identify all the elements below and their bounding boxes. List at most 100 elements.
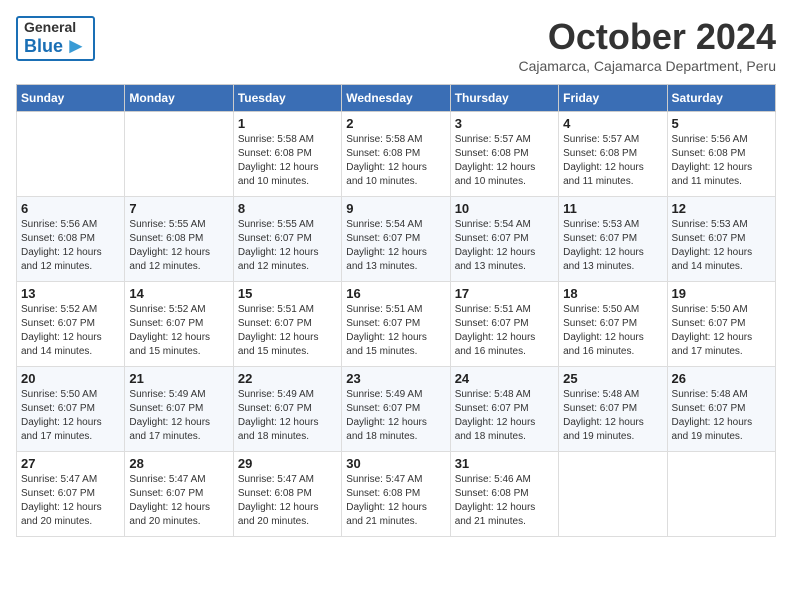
weekday-header: Friday bbox=[559, 85, 667, 112]
day-info: Sunrise: 5:49 AM Sunset: 6:07 PM Dayligh… bbox=[129, 388, 228, 444]
day-number: 27 bbox=[21, 456, 120, 471]
calendar-cell: 28Sunrise: 5:47 AM Sunset: 6:07 PM Dayli… bbox=[125, 452, 233, 537]
calendar-week-row: 6Sunrise: 5:56 AM Sunset: 6:08 PM Daylig… bbox=[17, 197, 776, 282]
title-area: October 2024 Cajamarca, Cajamarca Depart… bbox=[518, 16, 776, 74]
day-number: 4 bbox=[563, 116, 662, 131]
page-header: General Blue ► October 2024 Cajamarca, C… bbox=[16, 16, 776, 74]
calendar-cell: 30 Sunrise: 5:47 AM Sunset: 6:08 PM Dayli… bbox=[342, 452, 450, 537]
day-number: 30 bbox=[346, 456, 445, 471]
day-number: 19 bbox=[672, 286, 771, 301]
calendar-cell: 10 Sunrise: 5:54 AM Sunset: 6:07 PM Dayli… bbox=[450, 197, 558, 282]
day-number: 28 bbox=[129, 456, 228, 471]
calendar-week-row: 13 Sunrise: 5:52 AM Sunset: 6:07 PM Dayli… bbox=[17, 282, 776, 367]
day-number: 3 bbox=[455, 116, 554, 131]
month-title: October 2024 bbox=[518, 16, 776, 58]
day-info: Sunrise: 5:55 AM Sunset: 6:07 PM Dayligh… bbox=[238, 218, 337, 274]
day-number: 14 bbox=[129, 286, 228, 301]
day-number: 18 bbox=[563, 286, 662, 301]
day-info: Sunrise: 5:49 AM Sunset: 6:07 PM Dayligh… bbox=[346, 388, 445, 444]
calendar-cell: 3Sunrise: 5:57 AM Sunset: 6:08 PM Daylig… bbox=[450, 112, 558, 197]
calendar-cell bbox=[17, 112, 125, 197]
calendar-cell: 27 Sunrise: 5:47 AM Sunset: 6:07 PM Dayli… bbox=[17, 452, 125, 537]
day-number: 24 bbox=[455, 371, 554, 386]
day-info: Sunrise: 5:48 AM Sunset: 6:07 PM Dayligh… bbox=[455, 388, 554, 444]
calendar-cell: 29 Sunrise: 5:47 AM Sunset: 6:08 PM Dayli… bbox=[233, 452, 341, 537]
day-number: 13 bbox=[21, 286, 120, 301]
day-number: 23 bbox=[346, 371, 445, 386]
weekday-header: Wednesday bbox=[342, 85, 450, 112]
day-info: Sunrise: 5:48 AM Sunset: 6:07 PM Dayligh… bbox=[672, 388, 771, 444]
day-number: 7 bbox=[129, 201, 228, 216]
day-number: 9 bbox=[346, 201, 445, 216]
day-number: 21 bbox=[129, 371, 228, 386]
day-number: 22 bbox=[238, 371, 337, 386]
calendar-week-row: 20 Sunrise: 5:50 AM Sunset: 6:07 PM Dayli… bbox=[17, 367, 776, 452]
day-info: Sunrise: 5:47 AM Sunset: 6:08 PM Dayligh… bbox=[346, 473, 445, 529]
day-number: 8 bbox=[238, 201, 337, 216]
calendar-cell: 1 Sunrise: 5:58 AM Sunset: 6:08 PM Daylig… bbox=[233, 112, 341, 197]
calendar-cell: 14Sunrise: 5:52 AM Sunset: 6:07 PM Dayli… bbox=[125, 282, 233, 367]
day-info: Sunrise: 5:55 AM Sunset: 6:08 PM Dayligh… bbox=[129, 218, 228, 274]
day-info: Sunrise: 5:54 AM Sunset: 6:07 PM Dayligh… bbox=[455, 218, 554, 274]
day-number: 1 bbox=[238, 116, 337, 131]
day-info: Sunrise: 5:50 AM Sunset: 6:07 PM Dayligh… bbox=[21, 388, 120, 444]
calendar-cell: 24 Sunrise: 5:48 AM Sunset: 6:07 PM Dayli… bbox=[450, 367, 558, 452]
day-number: 31 bbox=[455, 456, 554, 471]
calendar-cell: 13 Sunrise: 5:52 AM Sunset: 6:07 PM Dayli… bbox=[17, 282, 125, 367]
day-info: Sunrise: 5:58 AM Sunset: 6:08 PM Dayligh… bbox=[238, 133, 337, 189]
day-info: Sunrise: 5:47 AM Sunset: 6:07 PM Dayligh… bbox=[21, 473, 120, 529]
day-number: 2 bbox=[346, 116, 445, 131]
calendar-cell: 9 Sunrise: 5:54 AM Sunset: 6:07 PM Daylig… bbox=[342, 197, 450, 282]
calendar-cell: 6Sunrise: 5:56 AM Sunset: 6:08 PM Daylig… bbox=[17, 197, 125, 282]
day-info: Sunrise: 5:50 AM Sunset: 6:07 PM Dayligh… bbox=[672, 303, 771, 359]
calendar-cell: 15 Sunrise: 5:51 AM Sunset: 6:07 PM Dayli… bbox=[233, 282, 341, 367]
calendar-cell: 31 Sunrise: 5:46 AM Sunset: 6:08 PM Dayli… bbox=[450, 452, 558, 537]
day-info: Sunrise: 5:47 AM Sunset: 6:08 PM Dayligh… bbox=[238, 473, 337, 529]
logo-chevron-icon: ► bbox=[65, 35, 87, 57]
day-number: 16 bbox=[346, 286, 445, 301]
calendar-cell: 8 Sunrise: 5:55 AM Sunset: 6:07 PM Daylig… bbox=[233, 197, 341, 282]
day-number: 20 bbox=[21, 371, 120, 386]
day-info: Sunrise: 5:53 AM Sunset: 6:07 PM Dayligh… bbox=[563, 218, 662, 274]
logo: General Blue ► bbox=[16, 16, 95, 61]
day-number: 17 bbox=[455, 286, 554, 301]
calendar-week-row: 1 Sunrise: 5:58 AM Sunset: 6:08 PM Daylig… bbox=[17, 112, 776, 197]
calendar-cell: 11 Sunrise: 5:53 AM Sunset: 6:07 PM Dayli… bbox=[559, 197, 667, 282]
calendar-cell: 23 Sunrise: 5:49 AM Sunset: 6:07 PM Dayli… bbox=[342, 367, 450, 452]
calendar-header-row: SundayMondayTuesdayWednesdayThursdayFrid… bbox=[17, 85, 776, 112]
day-info: Sunrise: 5:51 AM Sunset: 6:07 PM Dayligh… bbox=[455, 303, 554, 359]
weekday-header: Saturday bbox=[667, 85, 775, 112]
day-number: 25 bbox=[563, 371, 662, 386]
calendar-table: SundayMondayTuesdayWednesdayThursdayFrid… bbox=[16, 84, 776, 537]
day-number: 29 bbox=[238, 456, 337, 471]
calendar-cell: 25Sunrise: 5:48 AM Sunset: 6:07 PM Dayli… bbox=[559, 367, 667, 452]
day-info: Sunrise: 5:53 AM Sunset: 6:07 PM Dayligh… bbox=[672, 218, 771, 274]
weekday-header: Monday bbox=[125, 85, 233, 112]
day-number: 10 bbox=[455, 201, 554, 216]
calendar-cell: 16 Sunrise: 5:51 AM Sunset: 6:07 PM Dayli… bbox=[342, 282, 450, 367]
day-number: 5 bbox=[672, 116, 771, 131]
day-info: Sunrise: 5:54 AM Sunset: 6:07 PM Dayligh… bbox=[346, 218, 445, 274]
day-info: Sunrise: 5:46 AM Sunset: 6:08 PM Dayligh… bbox=[455, 473, 554, 529]
calendar-cell: 26 Sunrise: 5:48 AM Sunset: 6:07 PM Dayli… bbox=[667, 367, 775, 452]
weekday-header: Thursday bbox=[450, 85, 558, 112]
day-number: 26 bbox=[672, 371, 771, 386]
day-info: Sunrise: 5:56 AM Sunset: 6:08 PM Dayligh… bbox=[21, 218, 120, 274]
weekday-header: Sunday bbox=[17, 85, 125, 112]
day-info: Sunrise: 5:51 AM Sunset: 6:07 PM Dayligh… bbox=[238, 303, 337, 359]
day-info: Sunrise: 5:51 AM Sunset: 6:07 PM Dayligh… bbox=[346, 303, 445, 359]
calendar-cell: 19 Sunrise: 5:50 AM Sunset: 6:07 PM Dayli… bbox=[667, 282, 775, 367]
day-info: Sunrise: 5:52 AM Sunset: 6:07 PM Dayligh… bbox=[21, 303, 120, 359]
day-info: Sunrise: 5:57 AM Sunset: 6:08 PM Dayligh… bbox=[563, 133, 662, 189]
day-info: Sunrise: 5:49 AM Sunset: 6:07 PM Dayligh… bbox=[238, 388, 337, 444]
location-text: Cajamarca, Cajamarca Department, Peru bbox=[518, 58, 776, 74]
calendar-cell bbox=[667, 452, 775, 537]
calendar-cell: 20 Sunrise: 5:50 AM Sunset: 6:07 PM Dayli… bbox=[17, 367, 125, 452]
day-info: Sunrise: 5:58 AM Sunset: 6:08 PM Dayligh… bbox=[346, 133, 445, 189]
calendar-cell: 22 Sunrise: 5:49 AM Sunset: 6:07 PM Dayli… bbox=[233, 367, 341, 452]
calendar-cell bbox=[559, 452, 667, 537]
calendar-cell: 5Sunrise: 5:56 AM Sunset: 6:08 PM Daylig… bbox=[667, 112, 775, 197]
day-number: 12 bbox=[672, 201, 771, 216]
day-number: 15 bbox=[238, 286, 337, 301]
day-number: 11 bbox=[563, 201, 662, 216]
